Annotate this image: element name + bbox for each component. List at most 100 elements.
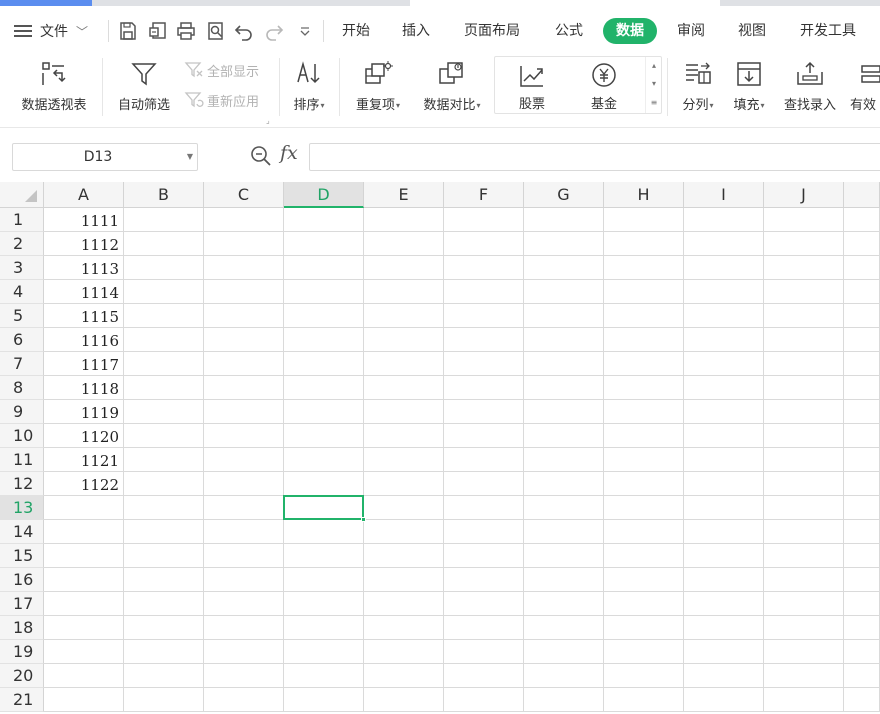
row-header-13[interactable]: 13 [0,496,44,520]
cell-d15[interactable] [284,544,364,568]
cell-h21[interactable] [604,688,684,712]
row-header-14[interactable]: 14 [0,520,44,544]
cell-e17[interactable] [364,592,444,616]
cell-k8[interactable] [844,376,880,400]
cell-d17[interactable] [284,592,364,616]
cell-a4[interactable]: 1114 [44,280,124,304]
cell-c1[interactable] [204,208,284,232]
cell-h15[interactable] [604,544,684,568]
cell-i5[interactable] [684,304,764,328]
cell-j10[interactable] [764,424,844,448]
gallery-more-icon[interactable]: ≡ [646,94,662,112]
cell-b20[interactable] [124,664,204,688]
name-box[interactable]: D13 ▼ [12,143,198,171]
cell-g4[interactable] [524,280,604,304]
cell-f11[interactable] [444,448,524,472]
cell-j8[interactable] [764,376,844,400]
cell-e9[interactable] [364,400,444,424]
cell-i12[interactable] [684,472,764,496]
cell-c16[interactable] [204,568,284,592]
cell-d21[interactable] [284,688,364,712]
cell-d13[interactable] [284,496,364,520]
tab-developer[interactable]: 开发工具 [792,18,864,44]
show-all-button[interactable]: 全部显示 [184,59,259,81]
row-header-18[interactable]: 18 [0,616,44,640]
cell-d16[interactable] [284,568,364,592]
cell-e18[interactable] [364,616,444,640]
cell-b7[interactable] [124,352,204,376]
gallery-scroller[interactable]: ▴ ▾ ≡ [645,57,661,113]
cell-b6[interactable] [124,328,204,352]
cell-h20[interactable] [604,664,684,688]
cell-e15[interactable] [364,544,444,568]
tab-data[interactable]: 数据 [603,18,657,44]
row-header-7[interactable]: 7 [0,352,44,376]
cell-c20[interactable] [204,664,284,688]
cell-d2[interactable] [284,232,364,256]
column-header-j[interactable]: J [764,182,844,208]
cell-g15[interactable] [524,544,604,568]
export-pdf-icon[interactable] [145,18,171,44]
cell-e7[interactable] [364,352,444,376]
cell-f21[interactable] [444,688,524,712]
sheet-grid[interactable]: A B C D E F G H I J 1 1111 2 1112 3 1113 4 1114 5 1115 6 1116… [0,182,880,714]
autofilter-button[interactable]: 自动筛选 [112,54,176,120]
pivot-table-button[interactable]: 数据透视表 [12,54,96,120]
cell-d20[interactable] [284,664,364,688]
cell-i10[interactable] [684,424,764,448]
file-menu[interactable]: 文件 ﹀ [14,18,88,44]
cell-g13[interactable] [524,496,604,520]
cell-j1[interactable] [764,208,844,232]
duplicates-button[interactable]: 重复项▾ [348,54,408,120]
cell-j9[interactable] [764,400,844,424]
cell-a18[interactable] [44,616,124,640]
cell-a5[interactable]: 1115 [44,304,124,328]
column-header-c[interactable]: C [204,182,284,208]
formula-input[interactable] [309,143,880,171]
cell-a10[interactable]: 1120 [44,424,124,448]
cell-a12[interactable]: 1122 [44,472,124,496]
cell-c17[interactable] [204,592,284,616]
cell-h19[interactable] [604,640,684,664]
cell-i16[interactable] [684,568,764,592]
tab-home[interactable]: 开始 [334,18,378,44]
cell-e11[interactable] [364,448,444,472]
cell-b4[interactable] [124,280,204,304]
cell-f12[interactable] [444,472,524,496]
cell-h17[interactable] [604,592,684,616]
cell-d12[interactable] [284,472,364,496]
cell-f4[interactable] [444,280,524,304]
cell-i11[interactable] [684,448,764,472]
cell-e13[interactable] [364,496,444,520]
cell-c5[interactable] [204,304,284,328]
cell-i1[interactable] [684,208,764,232]
column-header-f[interactable]: F [444,182,524,208]
cell-g16[interactable] [524,568,604,592]
cell-a3[interactable]: 1113 [44,256,124,280]
cell-f16[interactable] [444,568,524,592]
cell-a11[interactable]: 1121 [44,448,124,472]
column-header-g[interactable]: G [524,182,604,208]
cell-k15[interactable] [844,544,880,568]
cell-h13[interactable] [604,496,684,520]
cell-a8[interactable]: 1118 [44,376,124,400]
cell-f9[interactable] [444,400,524,424]
cell-k13[interactable] [844,496,880,520]
tab-formulas[interactable]: 公式 [547,18,591,44]
cell-e10[interactable] [364,424,444,448]
cell-b9[interactable] [124,400,204,424]
cell-a2[interactable]: 1112 [44,232,124,256]
cell-g11[interactable] [524,448,604,472]
cell-j13[interactable] [764,496,844,520]
cell-g10[interactable] [524,424,604,448]
row-header-17[interactable]: 17 [0,592,44,616]
cell-e8[interactable] [364,376,444,400]
cell-b13[interactable] [124,496,204,520]
cell-i20[interactable] [684,664,764,688]
cell-h5[interactable] [604,304,684,328]
cell-h10[interactable] [604,424,684,448]
row-header-3[interactable]: 3 [0,256,44,280]
cell-i4[interactable] [684,280,764,304]
cell-g12[interactable] [524,472,604,496]
row-header-9[interactable]: 9 [0,400,44,424]
